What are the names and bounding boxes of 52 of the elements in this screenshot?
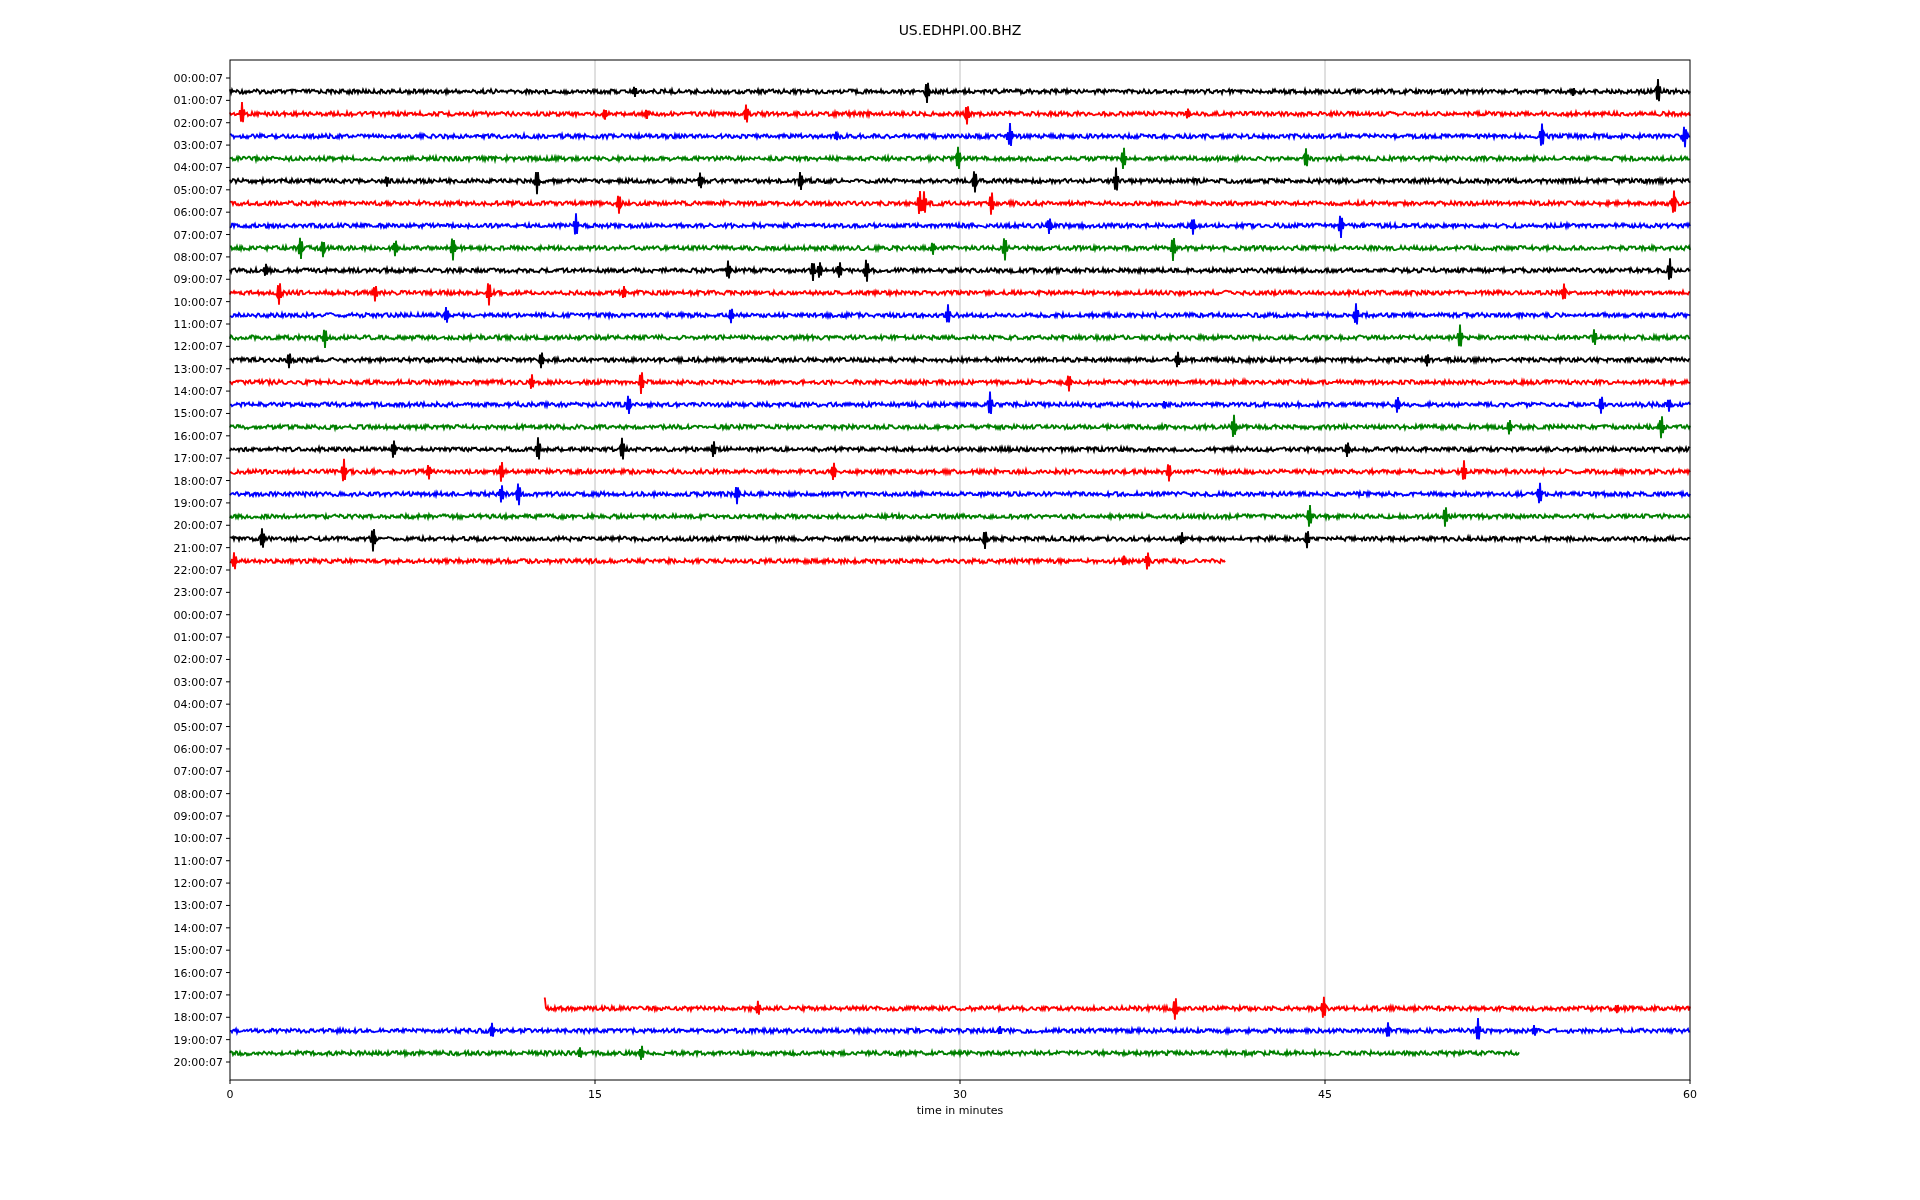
y-tick-label: 15:00:07 xyxy=(173,407,223,421)
y-tick-label: 18:00:07 xyxy=(173,1011,223,1025)
y-tick-label: 14:00:07 xyxy=(173,921,223,935)
y-tick-label: 07:00:07 xyxy=(173,765,223,779)
y-tick-label: 23:00:07 xyxy=(173,586,223,600)
y-tick-label: 06:00:07 xyxy=(173,742,223,756)
y-tick-label: 15:00:07 xyxy=(173,944,223,958)
y-tick-label: 09:00:07 xyxy=(173,810,223,823)
y-tick-label: 03:00:07 xyxy=(173,139,223,153)
y-tick-label: 19:00:07 xyxy=(173,496,223,510)
y-tick-label: 04:00:07 xyxy=(173,698,223,712)
axis-label: time in minutes xyxy=(916,1104,1004,1117)
y-tick-label: 17:00:07 xyxy=(173,452,223,466)
y-tick-label: 13:00:07 xyxy=(173,899,223,913)
x-tick-label: 45 xyxy=(1318,1088,1332,1101)
x-tick-label: 60 xyxy=(1683,1088,1697,1101)
y-tick-label: 19:00:07 xyxy=(173,1033,223,1047)
y-tick-label: 00:00:07 xyxy=(173,72,223,85)
y-tick-label: 20:00:07 xyxy=(173,519,223,533)
y-tick-label: 03:00:07 xyxy=(173,675,223,689)
y-tick-label: 06:00:07 xyxy=(173,206,223,220)
y-tick-label: 17:00:07 xyxy=(173,988,223,1002)
y-tick-label: 08:00:07 xyxy=(173,250,223,264)
y-tick-label: 16:00:07 xyxy=(173,429,223,443)
y-tick-label: 01:00:07 xyxy=(173,631,223,645)
y-tick-label: 13:00:07 xyxy=(173,362,223,376)
y-tick-label: 02:00:07 xyxy=(173,116,223,130)
y-tick-label: 08:00:07 xyxy=(173,787,223,801)
y-tick-label: 18:00:07 xyxy=(173,474,223,488)
y-tick-label: 07:00:07 xyxy=(173,228,223,242)
y-tick-label: 20:00:07 xyxy=(173,1056,223,1069)
y-tick-label: 22:00:07 xyxy=(173,564,223,577)
y-tick-label: 21:00:07 xyxy=(173,541,223,555)
y-tick-label: 12:00:07 xyxy=(173,877,223,891)
y-tick-label: 10:00:07 xyxy=(173,295,223,309)
y-tick-label: 11:00:07 xyxy=(173,318,223,331)
y-tick-label: 00:00:07 xyxy=(173,608,223,622)
y-tick-label: 16:00:07 xyxy=(173,966,223,980)
y-tick-label: 02:00:07 xyxy=(173,653,223,667)
y-tick-label: 09:00:07 xyxy=(173,273,223,287)
y-tick-label: 04:00:07 xyxy=(173,161,223,175)
x-tick-label: 30 xyxy=(953,1088,967,1101)
y-tick-label: 12:00:07 xyxy=(173,340,223,354)
y-tick-label: 05:00:07 xyxy=(173,183,223,197)
y-tick-label: 10:00:07 xyxy=(173,832,223,846)
y-tick-label: 01:00:07 xyxy=(173,94,223,108)
y-tick-label: 05:00:07 xyxy=(173,720,223,734)
y-tick-label: 14:00:07 xyxy=(173,385,223,399)
y-tick-label: 11:00:07 xyxy=(173,854,223,868)
x-tick-label: 15 xyxy=(588,1088,602,1101)
x-tick-label: 0 xyxy=(226,1088,234,1101)
plot-title: US.EDHPI.00.BHZ xyxy=(898,22,1022,38)
